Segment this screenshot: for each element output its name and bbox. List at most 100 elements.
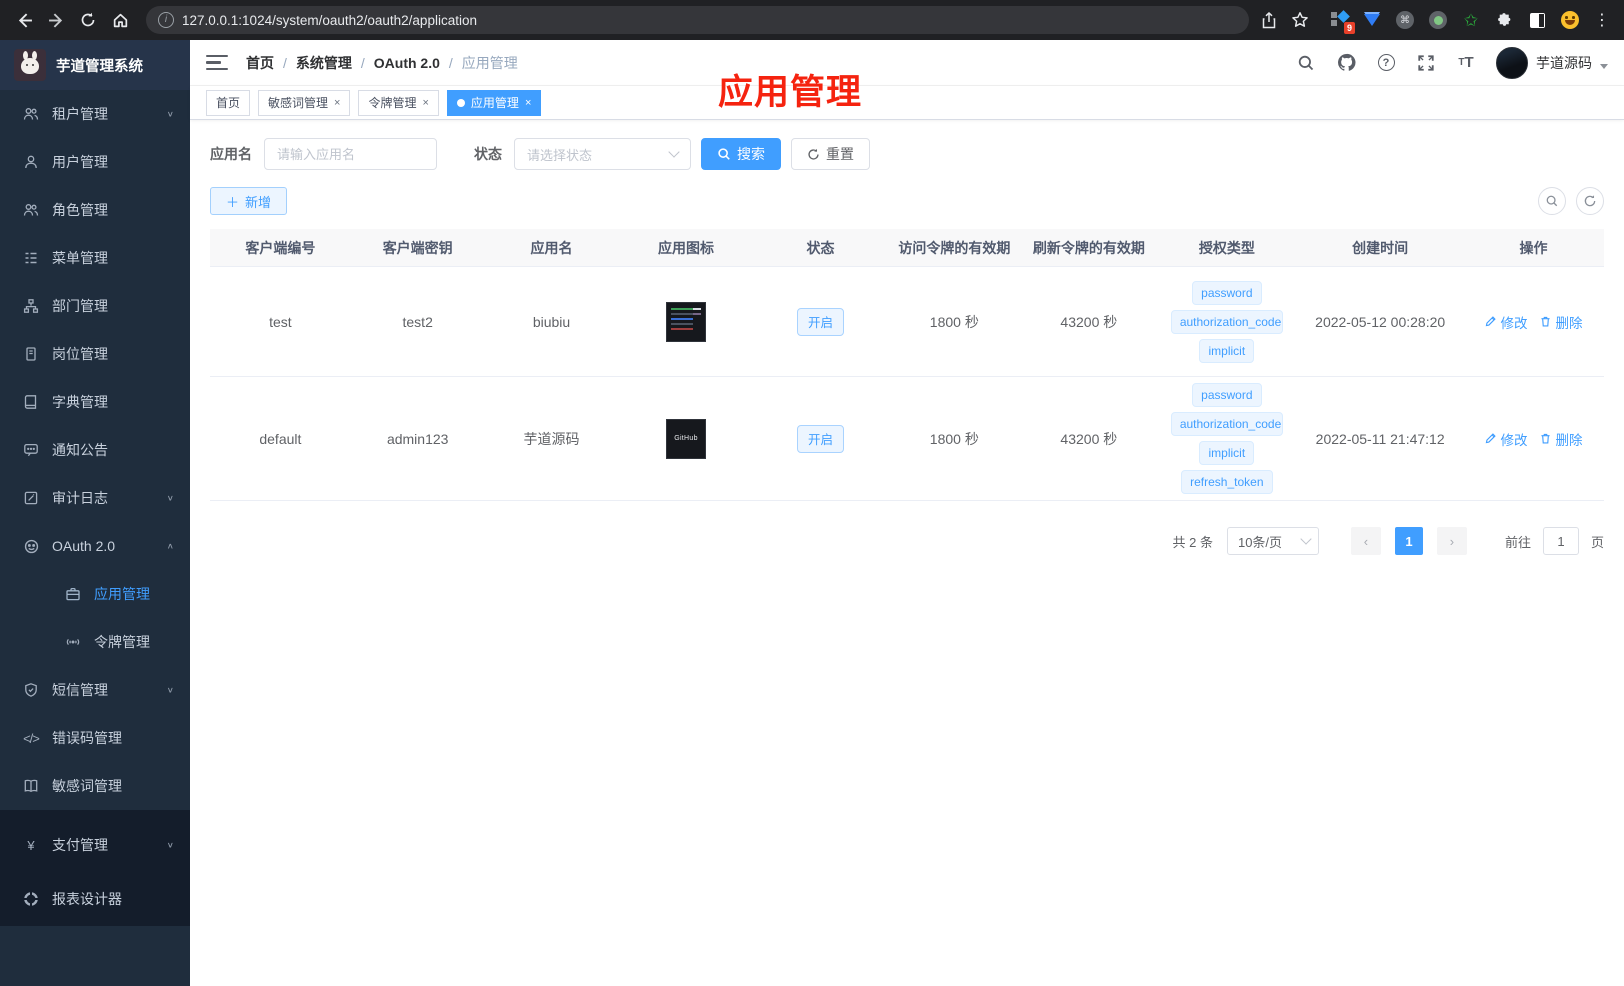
sidebar-item-notice[interactable]: 通知公告: [0, 426, 190, 474]
user-menu[interactable]: 芋道源码: [1496, 46, 1608, 79]
profile-avatar-icon[interactable]: [1560, 10, 1580, 30]
app-logo-rabbit-icon: [14, 49, 46, 81]
breadcrumb-separator: /: [448, 54, 453, 71]
sidebar-item-pay[interactable]: ¥ 支付管理 ∨: [0, 818, 190, 872]
yen-icon: ¥: [27, 837, 35, 853]
sidebar-item-role[interactable]: 角色管理: [0, 186, 190, 234]
reset-button[interactable]: 重置: [791, 138, 870, 170]
address-bar[interactable]: i 127.0.0.1:1024/system/oauth2/oauth2/ap…: [146, 6, 1249, 34]
browser-menu-icon[interactable]: ⋮: [1590, 10, 1614, 30]
browser-back-icon[interactable]: [10, 6, 38, 34]
sidebar-item-oauth-application[interactable]: 应用管理: [0, 570, 190, 618]
grant-type-tags: password authorization_code implicit: [1160, 280, 1293, 363]
url-text[interactable]: 127.0.0.1:1024/system/oauth2/oauth2/appl…: [182, 13, 477, 28]
extension-blocks-icon[interactable]: 9: [1329, 10, 1355, 34]
sidebar-item-report-designer[interactable]: 报表设计器: [0, 872, 190, 926]
tags-view-bar: 首页 敏感词管理 × 令牌管理 × 应用管理 ×: [190, 86, 1624, 120]
site-info-icon[interactable]: i: [158, 12, 174, 28]
chevron-down-icon: ∨: [166, 685, 174, 695]
refresh-icon[interactable]: [1576, 187, 1604, 215]
font-size-icon[interactable]: TT: [1456, 53, 1476, 73]
sidebar-item-error-code[interactable]: </> 错误码管理: [0, 714, 190, 762]
sidebar-item-dept[interactable]: 部门管理: [0, 282, 190, 330]
sidebar-item-oauth-token[interactable]: 令牌管理: [0, 618, 190, 666]
page-number-button[interactable]: 1: [1394, 527, 1423, 555]
bookmark-star-icon[interactable]: [1291, 11, 1309, 29]
browser-reload-icon[interactable]: [74, 6, 102, 34]
app-name-label: 应用名: [210, 146, 252, 162]
code-icon: </>: [23, 730, 40, 746]
page-size-select[interactable]: 10条/页: [1226, 527, 1319, 555]
table-row[interactable]: default admin123 芋道源码 GitHub 开启 1800 秒 4…: [210, 377, 1604, 501]
extension-recorder-icon[interactable]: [1428, 10, 1448, 30]
tab-sensitive-word[interactable]: 敏感词管理 ×: [258, 89, 351, 116]
chevron-down-icon: ∨: [166, 109, 174, 119]
sidebar-item-audit-log[interactable]: 审计日志 ∨: [0, 474, 190, 522]
sidebar-item-dict[interactable]: 字典管理: [0, 378, 190, 426]
next-page-button[interactable]: ›: [1436, 527, 1467, 555]
extensions-area: 9 ⌘ ✩: [1323, 10, 1586, 34]
add-button[interactable]: ＋ 新增: [210, 187, 288, 215]
header-search-icon[interactable]: [1296, 53, 1316, 73]
browser-forward-icon[interactable]: [42, 6, 70, 34]
extensions-puzzle-icon[interactable]: [1494, 10, 1514, 30]
prev-page-button[interactable]: ‹: [1350, 527, 1381, 555]
breadcrumb-home[interactable]: 首页: [246, 53, 274, 73]
sidebar-item-sms[interactable]: 短信管理 ∨: [0, 666, 190, 714]
extension-star-icon[interactable]: ✩: [1461, 10, 1481, 30]
roles-icon: [22, 202, 40, 218]
sidebar-item-tenant[interactable]: 租户管理 ∨: [0, 90, 190, 138]
fullscreen-icon[interactable]: [1416, 53, 1436, 73]
app-logo-band[interactable]: 芋道管理系统: [0, 40, 190, 90]
app-title: 芋道管理系统: [56, 58, 143, 75]
tab-token[interactable]: 令牌管理 ×: [358, 89, 439, 116]
goto-page-input[interactable]: [1542, 527, 1579, 555]
edit-button[interactable]: 修改: [1484, 312, 1527, 332]
avatar: [1496, 46, 1528, 79]
extension-command-icon[interactable]: ⌘: [1395, 10, 1415, 30]
delete-button[interactable]: 删除: [1539, 429, 1582, 449]
search-button[interactable]: 搜索: [701, 138, 781, 170]
close-icon[interactable]: ×: [422, 97, 428, 109]
sidebar-item-menu[interactable]: 菜单管理: [0, 234, 190, 282]
sidebar-toggle-icon[interactable]: [206, 54, 228, 71]
page-unit-label: 页: [1590, 534, 1604, 550]
status-select[interactable]: 请选择状态: [514, 138, 691, 170]
sidebar-item-sensitive-word[interactable]: 敏感词管理: [0, 762, 190, 810]
split-view-icon[interactable]: [1527, 10, 1547, 30]
status-label: 状态: [474, 146, 502, 162]
tab-home[interactable]: 首页: [206, 89, 251, 116]
delete-button[interactable]: 删除: [1539, 312, 1582, 332]
username: 芋道源码: [1536, 54, 1592, 71]
help-icon[interactable]: ?: [1376, 53, 1396, 73]
table-toolbar: ＋ 新增: [210, 187, 1604, 215]
sidebar-item-oauth[interactable]: OAuth 2.0 ∧: [0, 522, 190, 570]
github-icon[interactable]: [1336, 53, 1356, 73]
status-badge: 开启: [797, 307, 845, 336]
share-icon[interactable]: [1261, 11, 1277, 29]
status-badge: 开启: [797, 424, 845, 453]
app-name-input[interactable]: [264, 138, 437, 170]
chevron-down-icon: ∨: [166, 840, 174, 850]
dictionary-icon: [22, 394, 40, 410]
sidebar-item-user[interactable]: 用户管理: [0, 138, 190, 186]
tab-application[interactable]: 应用管理 ×: [446, 89, 542, 116]
breadcrumb-system[interactable]: 系统管理: [296, 53, 352, 73]
breadcrumb-oauth[interactable]: OAuth 2.0: [374, 55, 440, 71]
top-navbar: 首页 / 系统管理 / OAuth 2.0 / 应用管理 ? TT 芋道源码: [190, 40, 1624, 86]
show-search-toggle-icon[interactable]: [1538, 187, 1566, 215]
edit-button[interactable]: 修改: [1484, 429, 1527, 449]
close-icon[interactable]: ×: [525, 97, 531, 109]
extension-gem-icon[interactable]: [1362, 10, 1382, 30]
sidebar-item-post[interactable]: 岗位管理: [0, 330, 190, 378]
goto-label: 前往: [1504, 534, 1531, 550]
breadcrumb-separator: /: [283, 54, 287, 71]
breadcrumb: 首页 / 系统管理 / OAuth 2.0 / 应用管理: [246, 53, 518, 73]
browser-home-icon[interactable]: [106, 6, 134, 34]
browser-chrome: i 127.0.0.1:1024/system/oauth2/oauth2/ap…: [0, 0, 1624, 40]
close-icon[interactable]: ×: [334, 97, 340, 109]
shield-check-icon: [22, 682, 40, 698]
table-row[interactable]: test test2 biubiu 开启 1800 秒 43200 秒 pass…: [210, 267, 1604, 377]
breadcrumb-current: 应用管理: [461, 54, 518, 71]
oauth-robot-icon: [22, 538, 40, 555]
